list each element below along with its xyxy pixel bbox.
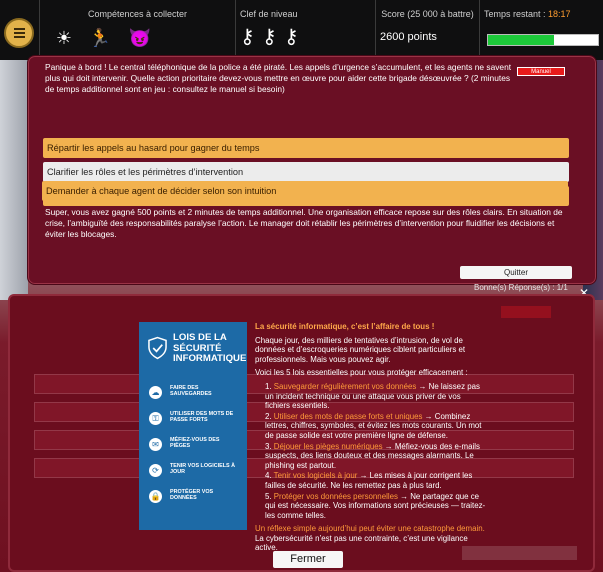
info-lead: Voici les 5 lois essentielles pour vous … [255,368,468,378]
skills-caption: Compétences à collecter [87,9,188,19]
mail-icon: ✉ [149,438,162,451]
info-title: La sécurité informatique, c’est l’affair… [255,322,435,331]
close-button[interactable]: Fermer [273,551,343,568]
level-caption: Clef de niveau [240,9,298,19]
backup-icon: ☁ [149,386,162,399]
quit-button[interactable]: Quitter [460,266,572,279]
poster-item: ☁ FAIRE DES SAUVEGARDES [149,384,241,408]
poster-item-label: MÉFIEZ-VOUS DES PIÈGES [170,437,220,450]
level-key-cell: Clef de niveau ⚷ ⚷ ⚷ [236,0,376,60]
poster-item-label: FAIRE DES SAUVEGARDES [170,385,212,398]
laws-list: 1. Sauvegarder régulièrement vos données… [255,382,487,520]
answer-option[interactable]: Demander à chaque agent de décider selon… [42,181,568,201]
law-item: 2. Utiliser des mots de passe forts et u… [265,411,482,440]
update-icon: ⟳ [149,464,162,477]
outro-text: La cybersécurité n’est pas une contraint… [255,533,468,553]
skills-cell: Compétences à collecter ☀ 🏃 😈 [40,0,236,60]
security-info-text: La sécurité informatique, c’est l’affair… [255,322,487,557]
menu-button[interactable] [4,18,34,48]
poster-item: 🔒 PROTÉGER VOS DONNÉES [149,488,241,512]
responses-count: Bonne(s) Réponse(s) : 1/1 [474,283,568,292]
key-icon: ⚷ [284,26,299,48]
time-progress-bar [487,34,599,46]
scene-building-left [0,60,28,300]
key-icon: ⚷ [240,26,255,48]
security-info-popup: LOIS DE LA SÉCURITÉ INFORMATIQUE ☁ FAIRE… [8,294,595,572]
time-progress-fill [488,35,554,45]
top-hud: Compétences à collecter ☀ 🏃 😈 Clef de ni… [0,0,603,60]
info-intro: Chaque jour, des milliers de tentatives … [255,335,466,364]
law-item: 3. Déjouer les pièges numériques → Méfie… [265,441,480,470]
time-caption: Temps restant : [484,9,549,19]
shield-check-icon [148,336,167,360]
time-label: Temps restant : 18:17 [484,9,571,19]
ghost-manual-button [501,306,551,318]
poster-item-label: TENIR VOS LOGICIELS À JOUR [170,463,235,476]
key-icon: ⚿ [149,412,162,425]
security-laws-poster: LOIS DE LA SÉCURITÉ INFORMATIQUE ☁ FAIRE… [139,322,247,530]
devil-skill-icon: 😈 [128,28,152,48]
idea-skill-icon: ☀ [55,28,73,48]
poster-item-label: UTILISER DES MOTS DE PASSE FORTS [170,411,234,424]
feedback-text: Super, vous avez gagné 500 points et 2 m… [45,207,563,239]
law-item: 4. Tenir vos logiciels à jour → Les mise… [265,471,473,490]
question-panel: Panique à bord ! Le central téléphonique… [27,55,597,285]
question-text: Panique à bord ! Le central téléphonique… [45,62,512,94]
outro-highlight: Un réflexe simple aujourd’hui peut évite… [255,524,485,534]
poster-item: ⟳ TENIR VOS LOGICIELS À JOUR [149,462,241,486]
score-cell: Score (25 000 à battre) [376,0,480,60]
law-item: 5. Protéger vos données personnelles → N… [265,491,486,520]
score-caption: Score (25 000 à battre) [381,9,474,19]
key-icon: ⚷ [262,26,277,48]
answer-option-selected[interactable]: Clarifier les rôles et les périmètres d’… [43,162,569,182]
menu-cell [0,0,40,60]
runner-skill-icon: 🏃 [88,28,112,48]
answer-option[interactable]: Répartir les appels au hasard pour gagne… [43,138,569,158]
poster-item-label: PROTÉGER VOS DONNÉES [170,489,214,502]
time-value: 18:17 [548,9,571,19]
poster-title: LOIS DE LA SÉCURITÉ INFORMATIQUE [173,332,247,364]
poster-item: ✉ MÉFIEZ-VOUS DES PIÈGES [149,436,241,460]
manual-button[interactable]: Manuel [517,67,565,76]
law-item: 1. Sauvegarder régulièrement vos données… [265,381,480,411]
score-value: 2600 points [380,31,437,43]
poster-item: ⚿ UTILISER DES MOTS DE PASSE FORTS [149,410,241,434]
info-outro: Un réflexe simple aujourd’hui peut évite… [255,524,487,553]
lock-icon: 🔒 [149,490,162,503]
